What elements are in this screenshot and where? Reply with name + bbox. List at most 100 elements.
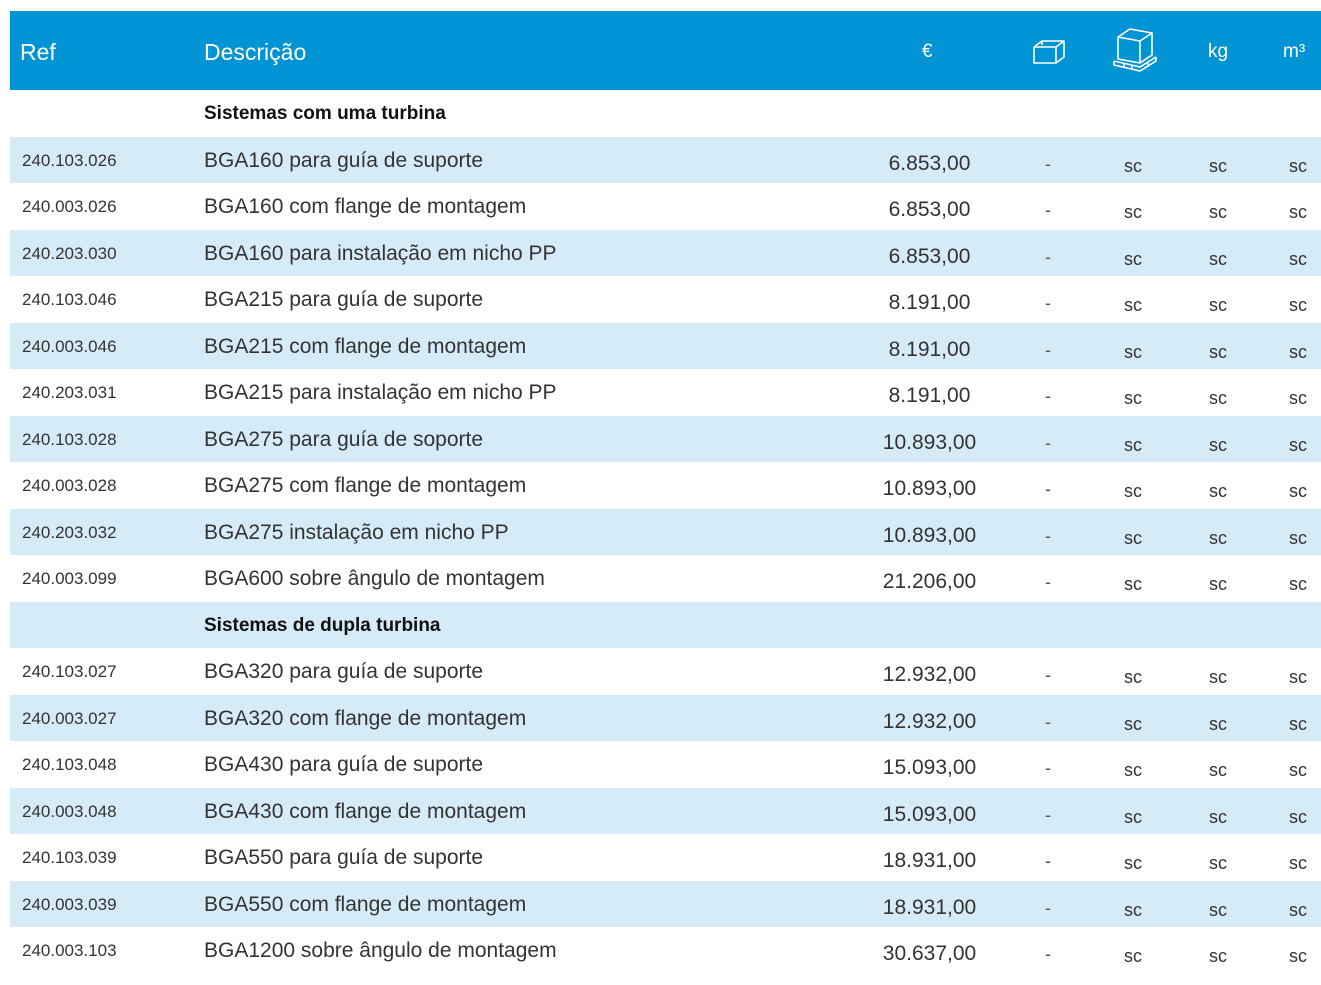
price-cell: 30.637,00 (882, 942, 977, 965)
ref-cell: 240.003.026 (22, 197, 117, 216)
description-cell: BGA215 para instalação em nicho PP (204, 381, 557, 404)
volume-cell: sc (1289, 574, 1307, 594)
ref-cell: 240.103.027 (22, 662, 117, 681)
table-row: 240.003.048 BGA430 com flange de montagem… (10, 787, 1321, 834)
weight-cell: sc (1209, 388, 1227, 408)
pallet-qty-cell: sc (1124, 574, 1142, 594)
weight-cell: sc (1209, 760, 1227, 780)
description-cell: BGA215 para guía de suporte (204, 288, 484, 311)
box-qty-cell: - (1045, 293, 1051, 313)
box-icon (1032, 39, 1066, 70)
price-cell: 12.932,00 (882, 709, 977, 733)
ref-cell: 240.103.046 (22, 290, 117, 309)
price-cell: 10.893,00 (882, 477, 977, 500)
pallet-qty-cell: sc (1124, 202, 1142, 222)
table-body: Sistemas com uma turbina 240.103.026 BGA16… (10, 90, 1321, 974)
ref-cell: 240.003.099 (22, 569, 117, 588)
ref-cell: 240.203.032 (22, 522, 117, 542)
box-qty-cell: - (1045, 386, 1051, 406)
weight-cell: sc (1209, 341, 1227, 362)
weight-cell: sc (1209, 295, 1227, 315)
box-qty-cell: - (1045, 897, 1051, 918)
table-row: 240.003.039 BGA550 com flange de montagem… (10, 880, 1321, 927)
pallet-qty-cell: sc (1124, 667, 1142, 687)
pallet-qty-cell: sc (1124, 527, 1142, 548)
description-cell: BGA215 com flange de montagem (204, 334, 527, 358)
table-header: Ref Descrição € kg m³ (10, 11, 1321, 90)
price-cell: 18.931,00 (882, 849, 977, 872)
price-cell: 10.893,00 (882, 430, 977, 454)
pallet-qty-cell: sc (1124, 155, 1142, 176)
weight-cell: sc (1209, 481, 1227, 501)
box-qty-cell: - (1045, 665, 1051, 685)
header-kg: kg (1208, 41, 1229, 62)
weight-cell: sc (1209, 713, 1227, 734)
box-qty-cell: - (1045, 944, 1051, 964)
table-row: 240.203.031 BGA215 para instalação em nic… (10, 369, 1321, 416)
description-cell: BGA430 para guía de suporte (204, 753, 484, 776)
table-row: 240.203.032 BGA275 instalação em nicho PP… (10, 508, 1321, 555)
weight-cell: sc (1209, 155, 1227, 176)
pallet-qty-cell: sc (1124, 760, 1142, 780)
box-qty-cell: - (1045, 804, 1051, 825)
table-row: 240.003.026 BGA160 com flange de montagem… (10, 183, 1321, 230)
volume-cell: sc (1289, 295, 1307, 315)
pallet-qty-cell: sc (1124, 806, 1142, 827)
volume-cell: sc (1289, 388, 1307, 408)
volume-cell: sc (1289, 248, 1307, 269)
pallet-qty-cell: sc (1124, 434, 1142, 455)
description-cell: BGA550 com flange de montagem (204, 892, 527, 916)
price-cell: 21.206,00 (882, 570, 977, 593)
volume-cell: sc (1289, 341, 1307, 362)
ref-cell: 240.003.103 (22, 941, 117, 960)
pallet-qty-cell: sc (1124, 899, 1142, 920)
description-cell: BGA320 com flange de montagem (204, 706, 527, 730)
volume-cell: sc (1289, 527, 1307, 548)
price-cell: 15.093,00 (882, 756, 977, 779)
table-row: 240.203.030 BGA160 para instalação em nic… (10, 229, 1321, 276)
volume-cell: sc (1289, 713, 1307, 734)
weight-cell: sc (1209, 667, 1227, 687)
box-qty-cell: - (1045, 339, 1051, 360)
volume-cell: sc (1289, 806, 1307, 827)
section-title: Sistemas com uma turbina (204, 103, 446, 124)
price-cell: 18.931,00 (882, 895, 977, 919)
weight-cell: sc (1209, 248, 1227, 269)
description-cell: BGA320 para guía de suporte (204, 660, 484, 683)
volume-cell: sc (1289, 946, 1307, 966)
table-row: 240.003.099 BGA600 sobre ângulo de montag… (10, 555, 1321, 602)
description-cell: BGA275 instalação em nicho PP (204, 520, 509, 544)
volume-cell: sc (1289, 760, 1307, 780)
ref-cell: 240.103.028 (22, 429, 117, 449)
description-cell: BGA160 para instalação em nicho PP (204, 241, 557, 265)
weight-cell: sc (1209, 527, 1227, 548)
box-qty-cell: - (1045, 525, 1051, 546)
table-row: 240.103.039 BGA550 para guía de suporte 18… (10, 834, 1321, 881)
box-qty-cell: - (1045, 200, 1051, 220)
box-qty-cell: - (1045, 479, 1051, 499)
volume-cell: sc (1289, 853, 1307, 873)
description-cell: BGA550 para guía de suporte (204, 846, 484, 869)
price-cell: 6.853,00 (888, 244, 971, 268)
pallet-qty-cell: sc (1124, 481, 1142, 501)
volume-cell: sc (1289, 899, 1307, 920)
header-description: Descrição (204, 39, 307, 65)
ref-cell: 240.003.028 (22, 476, 117, 495)
table-row: 240.103.046 BGA215 para guía de suporte 8.… (10, 276, 1321, 323)
volume-cell: sc (1289, 202, 1307, 222)
pallet-qty-cell: sc (1124, 341, 1142, 362)
pallet-qty-cell: sc (1124, 946, 1142, 966)
price-cell: 15.093,00 (882, 802, 977, 826)
weight-cell: sc (1209, 899, 1227, 920)
ref-cell: 240.003.027 (22, 708, 117, 728)
weight-cell: sc (1209, 946, 1227, 966)
table-row: 240.003.028 BGA275 com flange de montagem… (10, 462, 1321, 509)
box-qty-cell: - (1045, 153, 1051, 174)
table-row: 240.103.048 BGA430 para guía de suporte 15… (10, 741, 1321, 788)
table-row: 240.103.027 BGA320 para guía de suporte 12… (10, 648, 1321, 695)
table-row: 240.103.026 BGA160 para guía de suporte 6.… (10, 136, 1321, 183)
ref-cell: 240.103.039 (22, 848, 117, 867)
box-qty-cell: - (1045, 572, 1051, 592)
weight-cell: sc (1209, 202, 1227, 222)
box-qty-cell: - (1045, 246, 1051, 267)
